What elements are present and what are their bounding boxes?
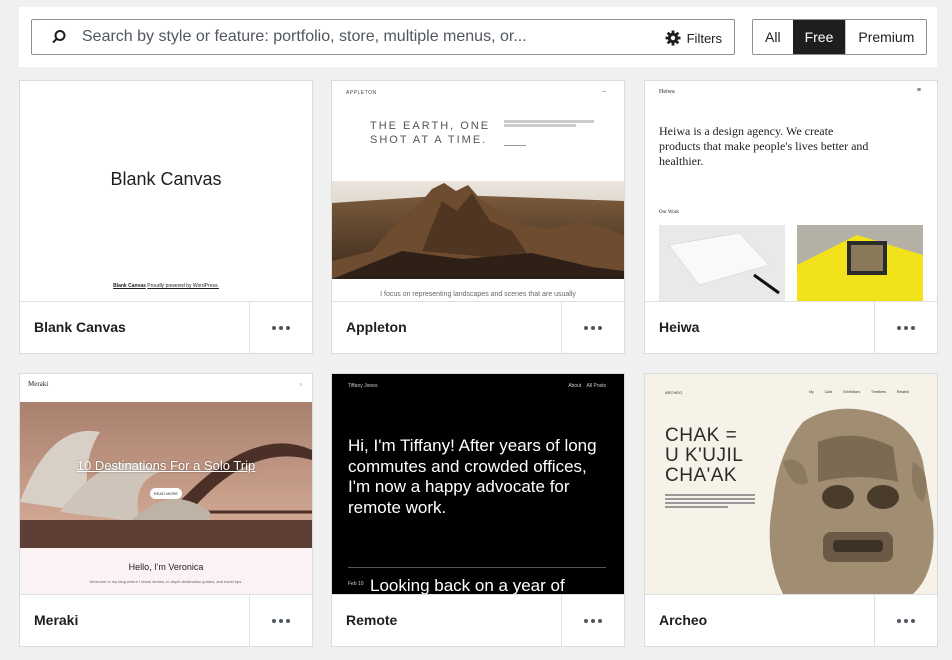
preview-intro: Hi, I'm Tiffany! After years of long com… <box>348 436 597 517</box>
theme-card-archeo[interactable]: ARCHEO My Card Exhibitions Timelines Rel… <box>644 373 938 647</box>
more-dots-icon <box>272 619 290 623</box>
preview-brand: Tiffany Jones <box>348 383 378 389</box>
more-dots-icon <box>897 326 915 330</box>
divider <box>504 145 526 146</box>
preview-headline: THE EARTH, ONE SHOT AT A TIME. <box>370 120 491 146</box>
work-image-magazine <box>797 225 923 301</box>
theme-name: Heiwa <box>659 319 700 335</box>
theme-toolbar: Filters All Free Premium <box>19 7 937 67</box>
search-field[interactable]: Filters <box>31 19 735 55</box>
card-footer: Meraki <box>20 594 312 647</box>
more-options-button[interactable] <box>561 302 624 354</box>
menu-icon: – <box>602 89 606 95</box>
landscape-photo <box>332 181 624 279</box>
theme-name: Appleton <box>346 319 407 335</box>
theme-card-remote[interactable]: Tiffany Jones About All Posts Hi, I'm Ti… <box>331 373 625 647</box>
post-date: Feb 10 <box>348 581 364 587</box>
work-image-book <box>659 225 785 301</box>
tier-option-all[interactable]: All <box>753 20 793 54</box>
search-icon <box>52 30 66 44</box>
stone-sculpture-photo <box>769 408 934 594</box>
preview-greeting-sub: Welcome to my blog where I share stories… <box>89 579 243 584</box>
filters-button[interactable]: Filters <box>665 27 722 49</box>
theme-preview[interactable]: Heiwa ≡ Heiwa is a design agency. We cre… <box>645 81 937 301</box>
gear-icon <box>665 30 681 46</box>
more-options-button[interactable] <box>249 302 312 354</box>
post-title: Looking back on a year of <box>370 576 565 594</box>
divider <box>348 567 606 568</box>
menu-icon: ≡ <box>916 87 921 94</box>
theme-preview[interactable]: Blank Canvas Blank Canvas Proudly powere… <box>20 81 312 301</box>
more-options-button[interactable] <box>874 595 937 647</box>
theme-card-heiwa[interactable]: Heiwa ≡ Heiwa is a design agency. We cre… <box>644 80 938 354</box>
theme-preview[interactable]: Meraki ≡ 10 Destinations For a Solo Trip… <box>20 374 312 594</box>
theme-card-appleton[interactable]: APPLETON – THE EARTH, ONE SHOT AT A TIME… <box>331 80 625 354</box>
preview-brand: Heiwa <box>659 89 675 95</box>
card-footer: Heiwa <box>645 301 937 354</box>
filters-label: Filters <box>686 30 722 46</box>
preview-brand: APPLETON <box>346 90 377 96</box>
hero-title: 10 Destinations For a Solo Trip <box>76 458 256 473</box>
preview-intro: Heiwa is a design agency. We create prod… <box>659 124 869 168</box>
preview-brand: Meraki <box>28 380 49 388</box>
card-footer: Blank Canvas <box>20 301 312 354</box>
preview-caption: I focus on representing landscapes and s… <box>380 291 576 298</box>
theme-name: Archeo <box>659 612 708 628</box>
opera-house-photo <box>20 402 312 548</box>
preview-nav: My Card Exhibitions Timelines Related <box>809 390 909 394</box>
search-input[interactable] <box>82 26 642 48</box>
card-footer: Remote <box>332 594 624 647</box>
hero-button: READ MORE <box>150 488 182 499</box>
theme-name: Remote <box>346 612 398 628</box>
preview-nav: About All Posts <box>568 383 606 389</box>
preview-brand: ARCHEO <box>665 390 683 395</box>
more-dots-icon <box>584 619 602 623</box>
tier-option-free[interactable]: Free <box>792 20 846 54</box>
preview-blurb <box>665 492 755 510</box>
preview-title: Blank Canvas <box>110 169 222 189</box>
more-dots-icon <box>897 619 915 623</box>
theme-card-meraki[interactable]: Meraki ≡ 10 Destinations For a Solo Trip… <box>19 373 313 647</box>
theme-name: Meraki <box>34 612 79 628</box>
card-footer: Archeo <box>645 594 937 647</box>
preview-section-label: Our Work <box>659 210 679 215</box>
theme-card-blank-canvas[interactable]: Blank Canvas Blank Canvas Proudly powere… <box>19 80 313 354</box>
preview-headline: CHAK = U K'UJIL CHA'AK <box>665 425 744 486</box>
theme-preview[interactable]: Tiffany Jones About All Posts Hi, I'm Ti… <box>332 374 624 594</box>
preview-blurb <box>504 119 594 127</box>
more-dots-icon <box>584 326 602 330</box>
theme-preview[interactable]: ARCHEO My Card Exhibitions Timelines Rel… <box>645 374 937 594</box>
more-options-button[interactable] <box>561 595 624 647</box>
more-options-button[interactable] <box>249 595 312 647</box>
preview-footer: Blank Canvas Proudly powered by WordPres… <box>113 283 219 289</box>
more-options-button[interactable] <box>874 302 937 354</box>
menu-icon: ≡ <box>299 382 302 387</box>
tier-filter: All Free Premium <box>752 19 928 55</box>
tier-option-premium[interactable]: Premium <box>845 20 927 54</box>
theme-preview[interactable]: APPLETON – THE EARTH, ONE SHOT AT A TIME… <box>332 81 624 301</box>
card-footer: Appleton <box>332 301 624 354</box>
preview-greeting: Hello, I'm Veronica <box>128 562 204 572</box>
theme-name: Blank Canvas <box>34 319 126 335</box>
more-dots-icon <box>272 326 290 330</box>
